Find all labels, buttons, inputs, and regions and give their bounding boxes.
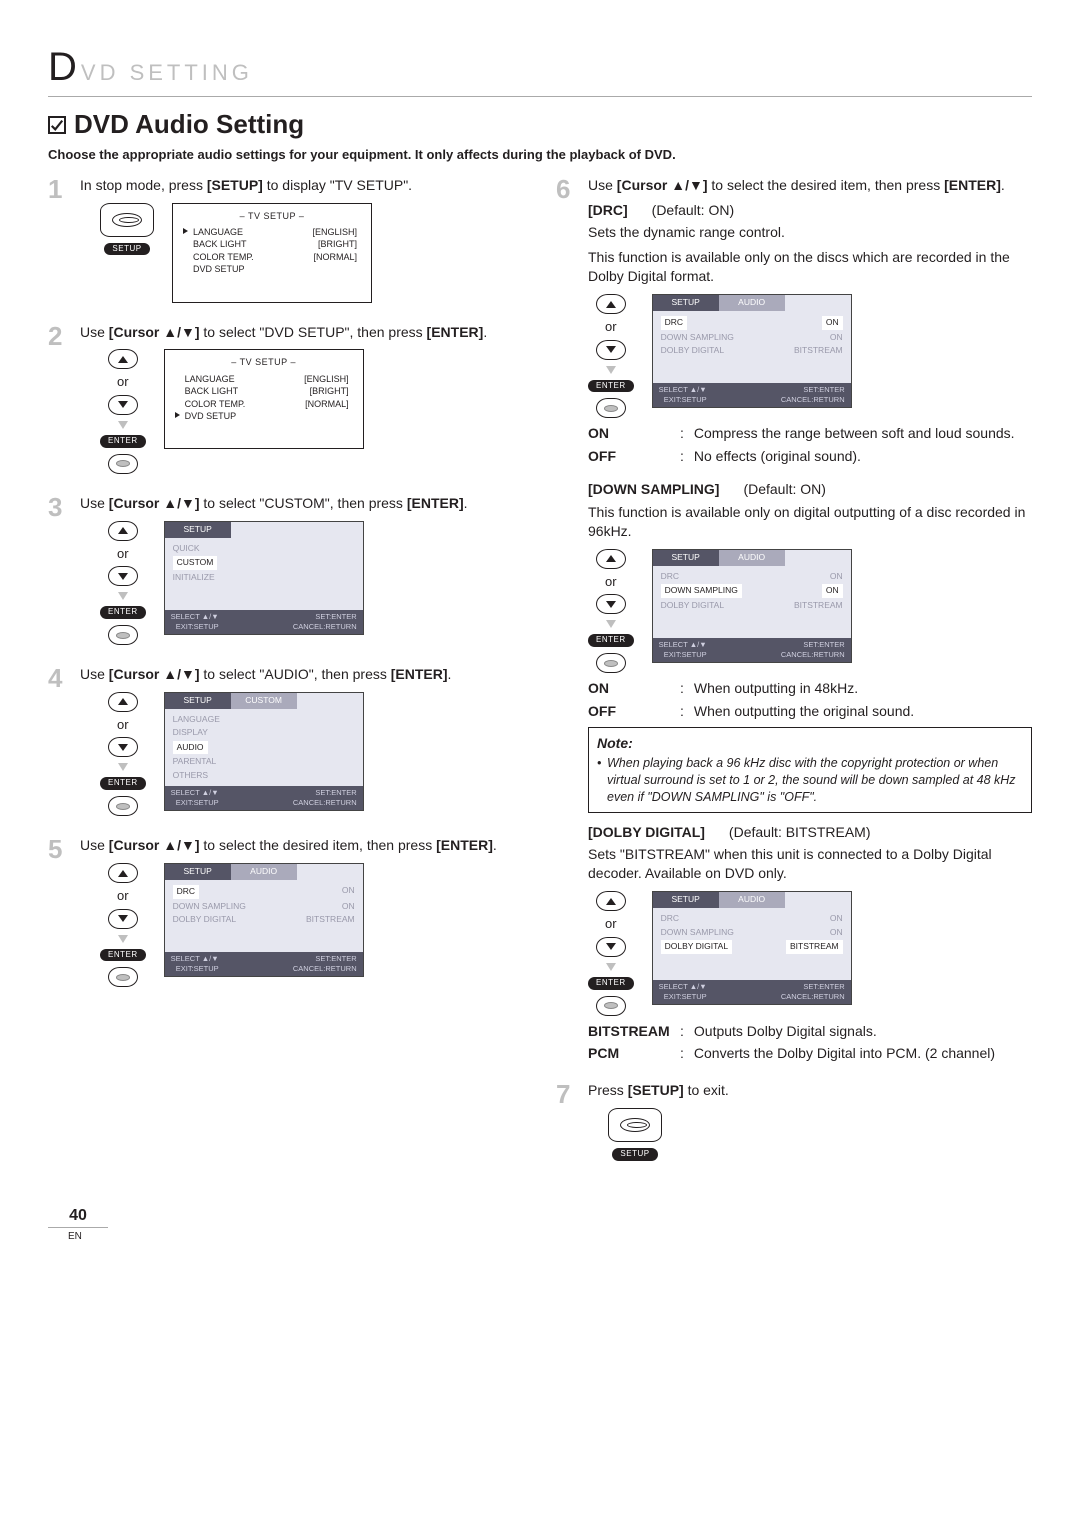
enter-label: ENTER bbox=[100, 435, 146, 448]
osd-setup-menu: SETUP QUICK CUSTOM INITIALIZE SELECT ▲/▼… bbox=[164, 521, 364, 635]
step-text: Use [Cursor ▲/▼] to select the desired i… bbox=[588, 176, 1032, 195]
osd-custom-menu: SETUPCUSTOM LANGUAGE DISPLAY AUDIO PAREN… bbox=[164, 692, 364, 812]
down-heading: [DOWN SAMPLING](Default: ON) bbox=[588, 480, 1032, 499]
page-lang: EN bbox=[68, 1230, 1032, 1244]
drc-desc2: This function is available only on the d… bbox=[588, 248, 1032, 286]
step-5: 5 Use [Cursor ▲/▼] to select the desired… bbox=[48, 836, 524, 993]
remote-cursor-enter-graphic: or ENTER bbox=[588, 549, 634, 673]
remote-cursor-enter-graphic: or ENTER bbox=[588, 294, 634, 418]
step-num: 2 bbox=[48, 323, 70, 480]
page-footer: 40 EN bbox=[48, 1205, 1032, 1243]
cursor-down-icon bbox=[108, 395, 138, 415]
remote-cursor-enter-graphic: or ENTER bbox=[100, 349, 146, 473]
setup-label: SETUP bbox=[104, 243, 149, 256]
remote-setup-button-graphic: SETUP bbox=[608, 1108, 662, 1161]
step-num: 1 bbox=[48, 176, 70, 309]
remote-cursor-enter-graphic: or ENTER bbox=[100, 692, 146, 816]
step-6: 6 Use [Cursor ▲/▼] to select the desired… bbox=[556, 176, 1032, 1068]
dolby-bitstream-def: BITSTREAM: Outputs Dolby Digital signals… bbox=[588, 1022, 1032, 1041]
step-num: 3 bbox=[48, 494, 70, 651]
step-2: 2 Use [Cursor ▲/▼] to select "DVD SETUP"… bbox=[48, 323, 524, 480]
step-text: Use [Cursor ▲/▼] to select "DVD SETUP", … bbox=[80, 323, 524, 342]
down-off-def: OFF: When outputting the original sound. bbox=[588, 702, 1032, 721]
step-num: 5 bbox=[48, 836, 70, 993]
osd-tv-setup-1: – TV SETUP – LANGUAGE[ENGLISH] BACK LIGH… bbox=[172, 203, 372, 303]
note-box: Note: When playing back a 96 kHz disc wi… bbox=[588, 727, 1032, 813]
step-num: 4 bbox=[48, 665, 70, 822]
osd-audio-menu-drc: SETUPAUDIO DRCON DOWN SAMPLINGON DOLBY D… bbox=[164, 863, 364, 977]
header-rest: VD SETTING bbox=[81, 58, 253, 88]
step-text: Use [Cursor ▲/▼] to select "CUSTOM", the… bbox=[80, 494, 524, 513]
step-1: 1 In stop mode, press [SETUP] to display… bbox=[48, 176, 524, 309]
step-text: Press [SETUP] to exit. bbox=[588, 1081, 1032, 1100]
drc-heading: [DRC](Default: ON) bbox=[588, 201, 1032, 220]
chevron-down-icon bbox=[118, 421, 128, 429]
remote-setup-button-graphic: SETUP bbox=[100, 203, 154, 256]
step-num: 6 bbox=[556, 176, 578, 1068]
enter-button-icon bbox=[108, 454, 138, 474]
osd-audio-down-hl: SETUPAUDIO DRCON DOWN SAMPLINGON DOLBY D… bbox=[652, 549, 852, 663]
checkbox-icon bbox=[48, 116, 66, 134]
dolby-desc: Sets "BITSTREAM" when this unit is conne… bbox=[588, 845, 1032, 883]
step-text: Use [Cursor ▲/▼] to select the desired i… bbox=[80, 836, 524, 855]
header-first-letter: D bbox=[48, 40, 81, 94]
section-title: DVD Audio Setting bbox=[74, 107, 304, 142]
down-on-def: ON: When outputting in 48kHz. bbox=[588, 679, 1032, 698]
cursor-up-icon bbox=[108, 349, 138, 369]
osd-audio-dolby-hl: SETUPAUDIO DRCON DOWN SAMPLINGON DOLBY D… bbox=[652, 891, 852, 1005]
left-column: 1 In stop mode, press [SETUP] to display… bbox=[48, 176, 524, 1181]
page-number: 40 bbox=[48, 1205, 108, 1228]
step-text: Use [Cursor ▲/▼] to select "AUDIO", then… bbox=[80, 665, 524, 684]
section-intro: Choose the appropriate audio settings fo… bbox=[48, 146, 1032, 164]
dolby-pcm-def: PCM: Converts the Dolby Digital into PCM… bbox=[588, 1044, 1032, 1063]
step-4: 4 Use [Cursor ▲/▼] to select "AUDIO", th… bbox=[48, 665, 524, 822]
step-num: 7 bbox=[556, 1081, 578, 1167]
step-text: In stop mode, press [SETUP] to display "… bbox=[80, 176, 524, 195]
step-3: 3 Use [Cursor ▲/▼] to select "CUSTOM", t… bbox=[48, 494, 524, 651]
remote-cursor-enter-graphic: or ENTER bbox=[588, 891, 634, 1015]
right-column: 6 Use [Cursor ▲/▼] to select the desired… bbox=[556, 176, 1032, 1181]
drc-on-def: ON: Compress the range between soft and … bbox=[588, 424, 1032, 443]
down-desc: This function is available only on digit… bbox=[588, 503, 1032, 541]
remote-cursor-enter-graphic: or ENTER bbox=[100, 521, 146, 645]
remote-cursor-enter-graphic: or ENTER bbox=[100, 863, 146, 987]
section-title-row: DVD Audio Setting bbox=[48, 107, 1032, 142]
drc-desc1: Sets the dynamic range control. bbox=[588, 223, 1032, 242]
drc-off-def: OFF: No effects (original sound). bbox=[588, 447, 1032, 466]
chapter-header: D VD SETTING bbox=[48, 40, 1032, 97]
osd-audio-drc-hl: SETUPAUDIO DRCON DOWN SAMPLINGON DOLBY D… bbox=[652, 294, 852, 408]
step-7: 7 Press [SETUP] to exit. SETUP bbox=[556, 1081, 1032, 1167]
dolby-heading: [DOLBY DIGITAL](Default: BITSTREAM) bbox=[588, 823, 1032, 842]
osd-tv-setup-2: – TV SETUP – LANGUAGE[ENGLISH] BACK LIGH… bbox=[164, 349, 364, 449]
